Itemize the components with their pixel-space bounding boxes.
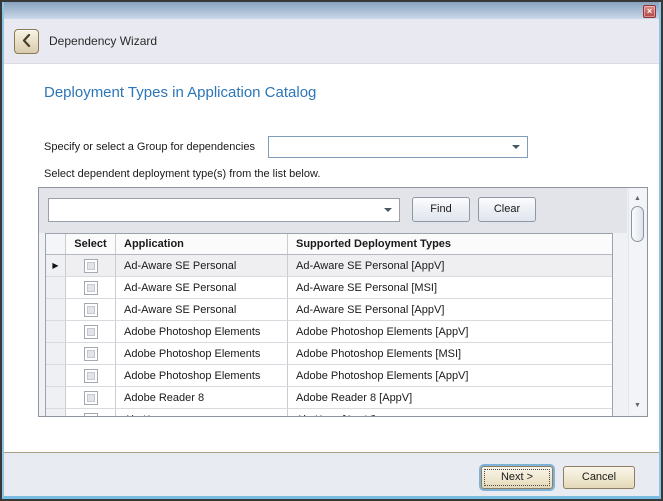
grid-cell-type: Ad-Aware SE Personal [AppV] [288, 255, 612, 276]
grid-cell-type: Ad-Aware SE Personal [MSI] [288, 277, 612, 298]
next-button[interactable]: Next > [481, 466, 553, 489]
grid-cell-application: Ad-Aware SE Personal [116, 299, 288, 320]
row-select-cell[interactable] [66, 409, 116, 416]
current-row-arrow-icon: ▶ [52, 262, 58, 270]
chevron-down-icon[interactable] [512, 145, 520, 149]
scroll-down-icon[interactable]: ▼ [629, 398, 646, 413]
group-dependencies-label: Specify or select a Group for dependenci… [44, 141, 255, 153]
row-select-cell[interactable] [66, 365, 116, 386]
row-select-cell[interactable] [66, 321, 116, 342]
grid-cell-type: Adobe Photoshop Elements [AppV] [288, 365, 612, 386]
cancel-button[interactable]: Cancel [563, 466, 635, 489]
grid-header-application[interactable]: Application [116, 234, 288, 254]
table-row[interactable]: ▶ Ad-Aware SE Personal Ad-Aware SE Perso… [46, 255, 612, 277]
grid-body: ▶ Ad-Aware SE Personal Ad-Aware SE Perso… [46, 255, 612, 416]
grid-header-rowselector [46, 234, 66, 254]
grid-cell-application: Ad-Aware SE Personal [116, 255, 288, 276]
scrollbar-thumb[interactable] [631, 206, 644, 242]
row-checkbox[interactable] [84, 281, 98, 295]
table-row[interactable]: ▶ AimKeys AimKeys [AppV] [46, 409, 612, 416]
grid-cell-type: Adobe Photoshop Elements [MSI] [288, 343, 612, 364]
row-selector-cell[interactable]: ▶ [46, 277, 66, 298]
grid-cell-type: Adobe Reader 8 [AppV] [288, 387, 612, 408]
dependency-wizard-window: × Dependency Wizard Deployment Types in … [0, 0, 663, 501]
back-chevron-icon [22, 34, 31, 50]
row-select-cell[interactable] [66, 255, 116, 276]
grid-cell-application: AimKeys [116, 409, 288, 416]
clear-button[interactable]: Clear [478, 197, 536, 222]
vertical-scrollbar[interactable]: ▲ ▼ [628, 189, 646, 415]
row-checkbox[interactable] [84, 369, 98, 383]
grid-header-row: Select Application Supported Deployment … [46, 234, 612, 255]
row-select-cell[interactable] [66, 387, 116, 408]
grid-cell-type: AimKeys [AppV] [288, 409, 612, 416]
back-button[interactable] [14, 29, 39, 54]
deployment-types-grid: Select Application Supported Deployment … [45, 233, 613, 416]
page-title: Deployment Types in Application Catalog [44, 84, 316, 101]
row-selector-cell[interactable]: ▶ [46, 387, 66, 408]
row-checkbox[interactable] [84, 259, 98, 273]
grid-cell-application: Adobe Photoshop Elements [116, 321, 288, 342]
search-combobox[interactable] [48, 198, 400, 222]
row-checkbox[interactable] [84, 325, 98, 339]
table-row[interactable]: ▶ Adobe Photoshop Elements Adobe Photosh… [46, 343, 612, 365]
row-selector-cell[interactable]: ▶ [46, 321, 66, 342]
table-row[interactable]: ▶ Adobe Photoshop Elements Adobe Photosh… [46, 365, 612, 387]
row-selector-cell[interactable]: ▶ [46, 255, 66, 276]
table-row[interactable]: ▶ Adobe Reader 8 Adobe Reader 8 [AppV] [46, 387, 612, 409]
row-select-cell[interactable] [66, 343, 116, 364]
grid-cell-application: Adobe Reader 8 [116, 387, 288, 408]
grid-header-select[interactable]: Select [66, 234, 116, 254]
row-selector-cell[interactable]: ▶ [46, 409, 66, 416]
row-checkbox[interactable] [84, 391, 98, 405]
row-checkbox[interactable] [84, 303, 98, 317]
table-row[interactable]: ▶ Adobe Photoshop Elements Adobe Photosh… [46, 321, 612, 343]
wizard-footer: Next > Cancel [2, 452, 661, 499]
row-selector-cell[interactable]: ▶ [46, 343, 66, 364]
grid-cell-application: Adobe Photoshop Elements [116, 343, 288, 364]
close-icon[interactable]: × [643, 5, 656, 18]
grid-header-types[interactable]: Supported Deployment Types [288, 234, 612, 254]
wizard-header: Dependency Wizard [2, 19, 661, 64]
find-button[interactable]: Find [412, 197, 470, 222]
grid-cell-type: Adobe Photoshop Elements [AppV] [288, 321, 612, 342]
grid-cell-type: Ad-Aware SE Personal [AppV] [288, 299, 612, 320]
row-selector-cell[interactable]: ▶ [46, 365, 66, 386]
grid-cell-application: Ad-Aware SE Personal [116, 277, 288, 298]
select-deployment-types-label: Select dependent deployment type(s) from… [44, 168, 320, 180]
row-checkbox[interactable] [84, 413, 98, 417]
row-selector-cell[interactable]: ▶ [46, 299, 66, 320]
table-row[interactable]: ▶ Ad-Aware SE Personal Ad-Aware SE Perso… [46, 299, 612, 321]
scroll-up-icon[interactable]: ▲ [629, 191, 646, 206]
grid-cell-application: Adobe Photoshop Elements [116, 365, 288, 386]
table-row[interactable]: ▶ Ad-Aware SE Personal Ad-Aware SE Perso… [46, 277, 612, 299]
group-combobox[interactable] [268, 136, 528, 158]
row-select-cell[interactable] [66, 299, 116, 320]
wizard-title: Dependency Wizard [49, 19, 157, 64]
row-checkbox[interactable] [84, 347, 98, 361]
chevron-down-icon[interactable] [384, 208, 392, 212]
window-titlebar: × [2, 2, 661, 19]
row-select-cell[interactable] [66, 277, 116, 298]
deployment-list-panel: Find Clear Select Application Supported … [38, 187, 648, 417]
